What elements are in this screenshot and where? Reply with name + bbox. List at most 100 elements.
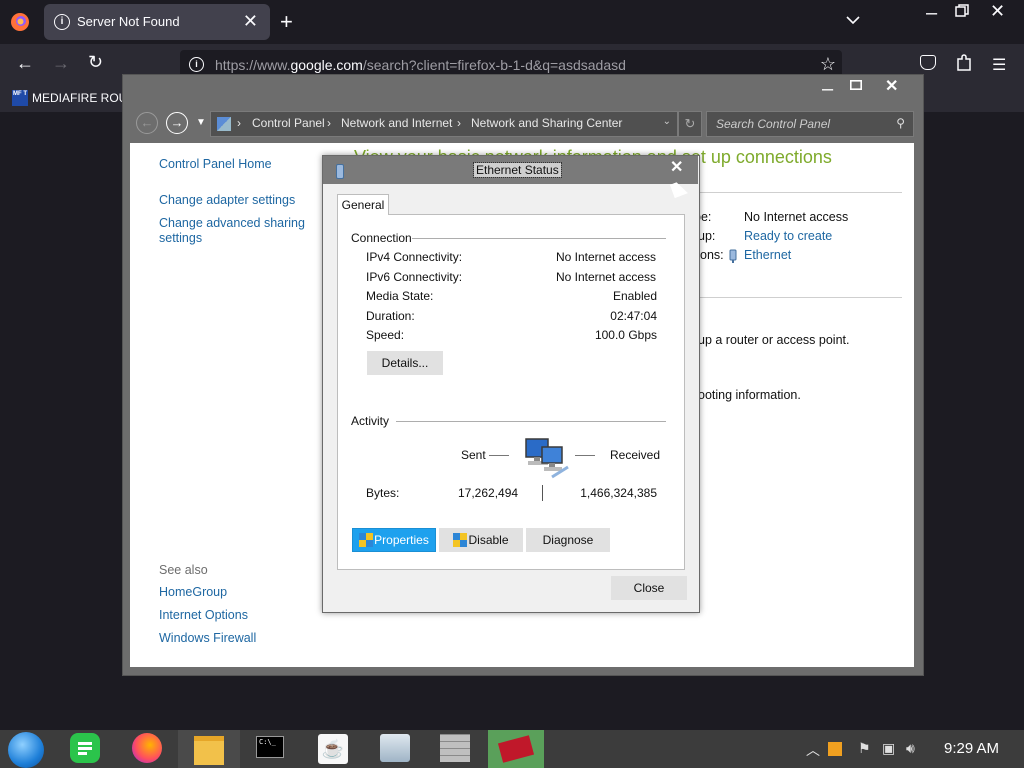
speed-label: Speed: bbox=[366, 328, 405, 342]
window-minimize-button[interactable]: – bbox=[926, 2, 937, 25]
cp-address-bar[interactable]: › Control Panel › Network and Internet ›… bbox=[210, 111, 678, 137]
terminal-taskbar-icon[interactable]: C:\_ bbox=[256, 736, 284, 758]
setup-router-text[interactable]: up a router or access point. bbox=[698, 333, 849, 347]
ipv4-label: IPv4 Connectivity: bbox=[366, 250, 463, 264]
media-state-value: Enabled bbox=[612, 289, 657, 303]
sidebar-windows-firewall[interactable]: Windows Firewall bbox=[159, 631, 256, 645]
troubleshoot-text[interactable]: ooting information. bbox=[698, 388, 801, 402]
ethernet-plug-icon bbox=[729, 249, 737, 263]
sidebar-control-panel-home[interactable]: Control Panel Home bbox=[159, 157, 272, 171]
see-also-heading: See also bbox=[159, 563, 208, 577]
tab-general[interactable]: General bbox=[337, 194, 389, 215]
cp-refresh-icon[interactable]: ↻ bbox=[678, 111, 702, 137]
network-computers-icon bbox=[525, 438, 569, 479]
received-line bbox=[575, 455, 595, 456]
cp-minimize-button[interactable]: – bbox=[822, 78, 833, 101]
sidebar-change-sharing[interactable]: Change advanced sharing bbox=[159, 216, 305, 230]
breadcrumb-network-internet[interactable]: Network and Internet bbox=[341, 116, 452, 130]
ipv4-value: No Internet access bbox=[555, 250, 656, 264]
tray-network-icon[interactable]: ▣ bbox=[882, 740, 895, 757]
sent-line bbox=[489, 455, 509, 456]
window-restore-button[interactable] bbox=[955, 4, 969, 18]
connection-group-label: Connection bbox=[351, 231, 412, 245]
new-tab-button[interactable]: + bbox=[280, 9, 293, 35]
forward-arrow-icon[interactable]: → bbox=[52, 53, 70, 74]
disable-button[interactable]: Disable bbox=[439, 528, 523, 552]
dialog-close-icon[interactable]: ✕ bbox=[670, 157, 683, 177]
site-info-icon[interactable]: i bbox=[189, 57, 204, 72]
firewall-taskbar-icon[interactable] bbox=[440, 734, 470, 762]
media-state-label: Media State: bbox=[366, 289, 434, 303]
back-arrow-icon[interactable]: ← bbox=[16, 53, 34, 74]
breadcrumb-separator[interactable]: › bbox=[327, 116, 331, 130]
breadcrumb-separator[interactable]: › bbox=[237, 116, 241, 130]
ethernet-icon bbox=[336, 164, 344, 179]
received-label: Received bbox=[610, 448, 661, 462]
duration-value: 02:47:04 bbox=[610, 309, 657, 323]
homegroup-ready-link[interactable]: Ready to create bbox=[744, 229, 832, 243]
diagnose-button[interactable]: Diagnose bbox=[526, 528, 610, 552]
firefox-taskbar-icon[interactable] bbox=[132, 733, 162, 763]
system-monitor-taskbar-icon[interactable] bbox=[380, 734, 410, 762]
tray-update-icon[interactable] bbox=[828, 742, 842, 756]
details-button[interactable]: Details... bbox=[367, 351, 443, 375]
sidebar-change-sharing-cont[interactable]: settings bbox=[159, 231, 202, 245]
cp-recent-pages-icon[interactable]: ▼ bbox=[196, 117, 206, 128]
tray-flag-icon[interactable]: ⚑ bbox=[858, 740, 871, 757]
bookmark-star-icon[interactable]: ☆ bbox=[820, 54, 836, 75]
tab-close-icon[interactable]: ✕ bbox=[243, 11, 258, 32]
close-button[interactable]: Close bbox=[611, 576, 687, 600]
taskbar-clock[interactable]: 9:29 AM bbox=[944, 740, 999, 757]
mediafire-bookmark-icon[interactable]: MF T bbox=[12, 90, 28, 106]
search-icon[interactable]: ⚲ bbox=[896, 116, 905, 130]
url-text[interactable]: https://www.google.com/search?client=fir… bbox=[215, 57, 626, 73]
start-menu-icon[interactable] bbox=[8, 732, 44, 768]
tab-title: Server Not Found bbox=[77, 14, 180, 29]
browser-tab-active[interactable]: i Server Not Found ✕ bbox=[44, 4, 270, 40]
pocket-icon[interactable] bbox=[920, 55, 936, 70]
file-manager-taskbar-icon[interactable] bbox=[178, 730, 240, 768]
ipv6-label: IPv6 Connectivity: bbox=[366, 270, 463, 284]
shield-icon bbox=[453, 533, 468, 547]
address-dropdown-icon[interactable]: ⌄ bbox=[663, 116, 671, 127]
group-divider bbox=[412, 238, 666, 239]
cp-back-icon[interactable]: ← bbox=[136, 112, 158, 134]
network-card-taskbar-icon[interactable] bbox=[488, 730, 544, 768]
window-close-button[interactable]: ✕ bbox=[990, 1, 1005, 22]
homegroup-label: up: bbox=[698, 229, 716, 243]
hamburger-menu-icon[interactable]: ☰ bbox=[992, 55, 1006, 75]
breadcrumb-sharing-center[interactable]: Network and Sharing Center bbox=[471, 116, 622, 130]
java-taskbar-icon[interactable]: ☕ bbox=[318, 734, 348, 764]
bytes-label: Bytes: bbox=[366, 486, 400, 500]
dialog-title: Ethernet Status bbox=[473, 162, 562, 178]
activity-group-label: Activity bbox=[351, 414, 390, 428]
control-panel-icon bbox=[217, 117, 231, 131]
reload-icon[interactable]: ↻ bbox=[88, 52, 103, 73]
cp-search-input[interactable]: Search Control Panel ⚲ bbox=[706, 111, 914, 137]
cp-forward-icon[interactable]: → bbox=[166, 112, 188, 134]
properties-button[interactable]: Properties bbox=[352, 528, 436, 552]
chat-app-icon[interactable] bbox=[70, 733, 100, 763]
firefox-logo-icon[interactable] bbox=[10, 12, 30, 32]
speed-value: 100.0 Gbps bbox=[594, 328, 657, 342]
duration-label: Duration: bbox=[366, 309, 415, 323]
sidebar-internet-options[interactable]: Internet Options bbox=[159, 608, 248, 622]
bookmark-mediafire[interactable]: MEDIAFIRE ROUL bbox=[32, 91, 134, 105]
cp-maximize-button[interactable] bbox=[850, 80, 862, 90]
cp-close-button[interactable]: ✕ bbox=[885, 76, 898, 96]
divider bbox=[690, 297, 902, 298]
list-all-tabs-icon[interactable] bbox=[845, 12, 861, 28]
divider bbox=[690, 192, 902, 193]
sidebar-change-adapter[interactable]: Change adapter settings bbox=[159, 193, 295, 207]
ethernet-connection-link[interactable]: Ethernet bbox=[744, 248, 791, 262]
shield-icon bbox=[359, 533, 374, 547]
access-type-value: No Internet access bbox=[744, 210, 849, 224]
tray-expand-icon[interactable]: ︿ bbox=[806, 740, 820, 760]
sidebar-homegroup[interactable]: HomeGroup bbox=[159, 585, 227, 599]
sent-label: Sent bbox=[461, 448, 486, 462]
breadcrumb-separator[interactable]: › bbox=[457, 116, 461, 130]
bytes-received-value: 1,466,324,385 bbox=[580, 486, 657, 500]
tray-volume-icon[interactable]: 🔊︎ bbox=[906, 740, 915, 757]
breadcrumb-control-panel[interactable]: Control Panel bbox=[252, 116, 325, 130]
extensions-puzzle-icon[interactable] bbox=[956, 54, 972, 72]
